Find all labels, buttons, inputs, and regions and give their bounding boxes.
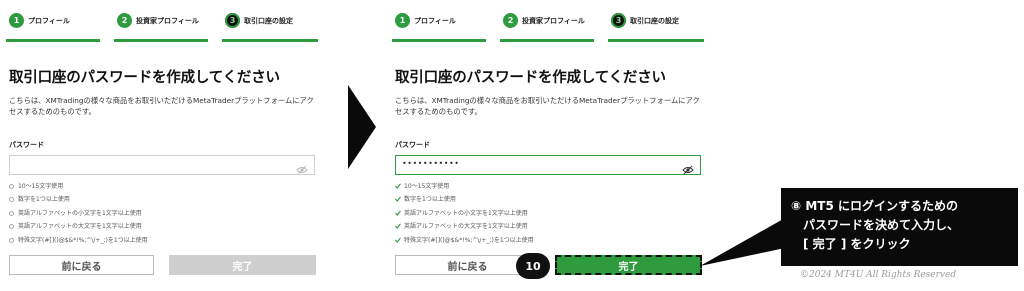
step-progress-bar xyxy=(608,39,704,42)
requirement-item: 数字を1つ以上使用 xyxy=(9,195,319,208)
instruction-callout: ⑧ MT5 にログインするための パスワードを決めて入力し、 [ 完了 ] をク… xyxy=(781,188,1018,266)
callout-line: パスワードを決めて入力し、 xyxy=(803,218,960,232)
requirement-text: 英語アルファベットの大文字を1文字以上使用 xyxy=(18,223,142,231)
callout-pointer xyxy=(700,218,785,266)
requirement-text: 特殊文字(#[]()@$&*!%;^\/+_;)を1つ以上使用 xyxy=(18,236,148,244)
back-button[interactable]: 前に戻る xyxy=(9,255,154,275)
check-icon xyxy=(395,223,401,230)
step-number: 2 xyxy=(503,13,518,28)
step-label: 取引口座の設定 xyxy=(630,17,679,25)
step-number-badge: 10 xyxy=(516,253,550,279)
step-number: 1 xyxy=(395,13,410,28)
step-progress-bar xyxy=(6,39,100,42)
requirement-item: 数字を1つ以上使用 xyxy=(395,195,705,208)
page-description: こちらは、XMTradingの様々な商品をお取引いただけるMetaTraderプ… xyxy=(395,96,700,116)
step-label: 投資家プロフィール xyxy=(136,17,199,25)
step-progress-bar xyxy=(392,39,486,42)
password-input[interactable] xyxy=(9,155,315,175)
check-icon xyxy=(395,237,401,243)
requirement-item: 英語アルファベットの小文字を1文字以上使用 xyxy=(395,209,705,222)
eye-slash-icon[interactable] xyxy=(296,160,308,179)
step-progress-bar xyxy=(222,39,318,42)
complete-button[interactable]: 完了 xyxy=(555,255,702,275)
step-number: 3 xyxy=(225,13,240,28)
form-before: 1 プロフィール 2 投資家プロフィール 3 取引口座の設定 取引口座のパスワー… xyxy=(6,0,324,291)
requirement-item: 英語アルファベットの小文字を1文字以上使用 xyxy=(9,209,319,222)
step-label: 取引口座の設定 xyxy=(244,17,293,25)
complete-button-disabled[interactable]: 完了 xyxy=(169,255,316,275)
callout-line: ⑧ MT5 にログインするための xyxy=(791,199,958,213)
progress-steps: 1 プロフィール 2 投資家プロフィール 3 取引口座の設定 xyxy=(392,8,710,42)
step-profile: 1 プロフィール xyxy=(392,8,486,42)
requirement-item: 10～15文字使用 xyxy=(9,182,319,195)
arrow-right-icon xyxy=(348,85,376,169)
copyright-text: ©2024 MT4U All Rights Reserved xyxy=(800,270,957,280)
step-progress-bar xyxy=(500,39,594,42)
step-number: 2 xyxy=(117,13,132,28)
requirement-item: 英語アルファベットの大文字を1文字以上使用 xyxy=(9,222,319,235)
form-after: 1 プロフィール 2 投資家プロフィール 3 取引口座の設定 取引口座のパスワー… xyxy=(392,0,710,291)
step-label: 投資家プロフィール xyxy=(522,17,585,25)
requirement-text: 英語アルファベットの小文字を1文字以上使用 xyxy=(18,209,142,217)
requirement-item: 10～15文字使用 xyxy=(395,182,705,195)
password-requirements: 10～15文字使用 数字を1つ以上使用 英語アルファベットの小文字を1文字以上使… xyxy=(395,182,705,249)
step-account-settings: 3 取引口座の設定 xyxy=(608,8,704,42)
circle-icon xyxy=(9,224,14,230)
requirement-item: 特殊文字(#[]()@$&*!%;^\/+_;)を1つ以上使用 xyxy=(9,236,319,249)
requirement-item: 英語アルファベットの大文字を1文字以上使用 xyxy=(395,222,705,235)
step-investor-profile: 2 投資家プロフィール xyxy=(500,8,594,42)
requirement-text: 特殊文字(#[]()@$&*!%;^\/+_;)を1つ以上使用 xyxy=(404,236,534,244)
password-input[interactable]: ••••••••••• xyxy=(395,155,701,175)
requirement-item: 特殊文字(#[]()@$&*!%;^\/+_;)を1つ以上使用 xyxy=(395,236,705,249)
progress-steps: 1 プロフィール 2 投資家プロフィール 3 取引口座の設定 xyxy=(6,8,324,42)
requirement-text: 数字を1つ以上使用 xyxy=(18,196,70,204)
step-label: プロフィール xyxy=(28,17,70,25)
check-icon xyxy=(395,183,401,189)
callout-line: [ 完了 ] をクリック xyxy=(803,237,911,251)
requirement-text: 英語アルファベットの小文字を1文字以上使用 xyxy=(404,209,528,217)
page-title: 取引口座のパスワードを作成してください xyxy=(9,70,280,86)
step-number: 1 xyxy=(9,13,24,28)
circle-icon xyxy=(9,197,14,203)
step-number: 3 xyxy=(611,13,626,28)
circle-icon xyxy=(9,184,14,189)
password-value: ••••••••••• xyxy=(402,159,460,168)
circle-icon xyxy=(9,237,14,243)
circle-icon xyxy=(9,210,14,216)
check-icon xyxy=(395,210,401,216)
step-profile: 1 プロフィール xyxy=(6,8,100,42)
password-label: パスワード xyxy=(9,141,44,149)
password-label: パスワード xyxy=(395,141,430,149)
page-description: こちらは、XMTradingの様々な商品をお取引いただけるMetaTraderプ… xyxy=(9,96,314,116)
step-progress-bar xyxy=(114,39,208,42)
requirement-text: 数字を1つ以上使用 xyxy=(404,196,456,204)
password-requirements: 10～15文字使用 数字を1つ以上使用 英語アルファベットの小文字を1文字以上使… xyxy=(9,182,319,249)
requirement-text: 10～15文字使用 xyxy=(404,183,450,190)
requirement-text: 英語アルファベットの大文字を1文字以上使用 xyxy=(404,223,528,231)
step-label: プロフィール xyxy=(414,17,456,25)
check-icon xyxy=(395,196,401,203)
page-title: 取引口座のパスワードを作成してください xyxy=(395,70,666,86)
step-investor-profile: 2 投資家プロフィール xyxy=(114,8,208,42)
eye-slash-icon[interactable] xyxy=(682,160,694,179)
requirement-text: 10～15文字使用 xyxy=(18,183,64,190)
step-account-settings: 3 取引口座の設定 xyxy=(222,8,318,42)
